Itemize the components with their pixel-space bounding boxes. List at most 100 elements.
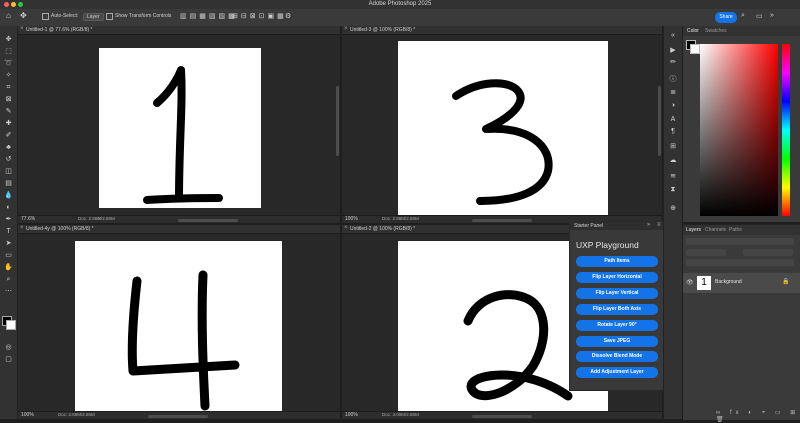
paragraph-icon[interactable]: ¶ — [668, 128, 678, 135]
healing-brush-icon[interactable]: ✚ — [4, 120, 13, 128]
add-adjustment-layer-button[interactable]: Add Adjustment Layer — [576, 367, 658, 378]
marquee-tool-icon[interactable]: ⬚ — [4, 48, 13, 56]
canvas[interactable] — [398, 41, 608, 215]
color-field[interactable] — [700, 44, 778, 216]
search-icon[interactable]: ⌕ — [741, 12, 745, 20]
document-window-1[interactable]: × Untitled-1 @ 77.6% (RGB/8) * 77.6% Doc… — [18, 26, 340, 223]
brush-panel-icon[interactable]: ✏ — [668, 58, 678, 66]
path-select-icon[interactable]: ➤ — [4, 240, 13, 248]
horizontal-scrollbar[interactable] — [148, 415, 208, 418]
starter-panel-header[interactable]: Starter Panel » ≡ — [570, 222, 666, 230]
flip-both-axis-button[interactable]: Flip Layer Both Axis — [576, 304, 658, 315]
document-tab-1[interactable]: × Untitled-1 @ 77.6% (RGB/8) * — [18, 26, 340, 35]
glyphs-icon[interactable]: ⊞ — [668, 142, 678, 150]
document-tab-3[interactable]: × Untitled-3 @ 100% (RGB/8) * — [342, 26, 662, 35]
zoom-level[interactable]: 100% — [345, 412, 358, 418]
transform-controls-checkbox[interactable] — [106, 13, 115, 20]
workspace-icon[interactable]: ▭ — [756, 12, 763, 20]
rotate-layer-button[interactable]: Rotate Layer 90° — [576, 320, 658, 331]
lock-row[interactable] — [686, 259, 794, 266]
close-icon[interactable]: × — [344, 26, 348, 32]
move-tool-icon[interactable]: ✥ — [4, 36, 13, 44]
adjustments-icon[interactable]: ◑ — [668, 102, 678, 109]
gradient-tool-icon[interactable]: ▤ — [4, 180, 13, 188]
libraries-icon[interactable]: ☁ — [668, 156, 678, 164]
info-icon[interactable]: ⓘ — [668, 74, 678, 84]
horizontal-scrollbar[interactable] — [472, 219, 532, 222]
shape-tool-icon[interactable]: ▭ — [4, 252, 13, 260]
tab-color[interactable]: Color — [687, 28, 699, 34]
document-window-4[interactable]: × Untitled-4y @ 100% (RGB/8) * 100% Doc:… — [18, 225, 340, 419]
background-color-swatch[interactable] — [6, 320, 16, 330]
tab-channels[interactable]: Channels — [705, 227, 726, 233]
move-tool-icon[interactable]: ✥ — [20, 11, 27, 20]
doc-info[interactable]: Doc: 2.86M/2.86M — [78, 216, 115, 221]
opacity-field[interactable] — [743, 249, 793, 256]
auto-select-checkbox[interactable] — [42, 13, 51, 20]
eraser-icon[interactable]: ◫ — [4, 168, 13, 176]
collapse-icon[interactable]: » — [647, 222, 650, 228]
distribute-icons[interactable]: ⊞⊟⊠⊡▣▦ — [232, 12, 287, 20]
doc-info[interactable]: Doc: 2.86M/2.86M — [382, 216, 419, 221]
panel-menu-icon[interactable]: ≡ — [657, 222, 661, 228]
zoom-tool-icon[interactable]: ⌕ — [4, 276, 13, 284]
dodge-tool-icon[interactable]: ◐ — [4, 204, 13, 212]
auto-select-dropdown[interactable]: Layer — [83, 13, 104, 21]
doc-info[interactable]: Doc: 3.00M/2.86M — [382, 412, 419, 417]
document-tab-4[interactable]: × Untitled-4y @ 100% (RGB/8) * — [18, 225, 340, 234]
zoom-level[interactable]: 100% — [21, 412, 34, 418]
tab-layers[interactable]: Layers — [686, 227, 701, 233]
properties-icon[interactable]: ≣ — [668, 88, 678, 96]
vertical-scrollbar[interactable] — [336, 86, 339, 156]
status-arrow-icon[interactable]: › — [98, 216, 100, 222]
close-icon[interactable]: × — [344, 225, 348, 231]
tab-swatches[interactable]: Swatches — [705, 28, 727, 34]
visibility-eye-icon[interactable]: 👁 — [686, 279, 694, 286]
layer-row[interactable]: 👁 1 Background 🔒 — [683, 273, 800, 293]
close-icon[interactable]: × — [20, 26, 24, 32]
share-button[interactable]: Share — [715, 12, 737, 23]
layer-filter-bar[interactable] — [686, 238, 794, 245]
stamp-tool-icon[interactable]: ♣ — [4, 144, 13, 152]
horizontal-scrollbar[interactable] — [472, 415, 532, 418]
flip-vertical-button[interactable]: Flip Layer Vertical — [576, 288, 658, 299]
zoom-level[interactable]: 77.6% — [21, 216, 35, 222]
save-jpeg-button[interactable]: Save JPEG — [576, 336, 658, 347]
canvas[interactable] — [75, 241, 282, 411]
vertical-scrollbar[interactable] — [658, 86, 661, 156]
flip-horizontal-button[interactable]: Flip Layer Horizontal — [576, 272, 658, 283]
character-icon[interactable]: A — [668, 116, 678, 123]
doc-info[interactable]: Doc: 2.86M/2.86M — [58, 412, 95, 417]
zoom-level[interactable]: 100% — [345, 216, 358, 222]
background-color-swatch[interactable] — [690, 44, 700, 54]
tab-paths[interactable]: Paths — [729, 227, 742, 233]
eyedropper-icon[interactable]: ✎ — [4, 108, 13, 116]
close-icon[interactable]: × — [20, 225, 24, 231]
layer-name[interactable]: Background — [715, 279, 742, 285]
blur-tool-icon[interactable]: 💧 — [4, 192, 13, 200]
collapse-chevron-icon[interactable]: « — [668, 32, 678, 39]
layer-actions-icons[interactable]: ∞ fx ◐ ◓ ▭ ⊞ 🗑 — [716, 409, 800, 423]
align-icons[interactable]: ▥▤▦▧▨▩ — [180, 12, 238, 20]
dissolve-blend-button[interactable]: Dissolve Blend Mode — [576, 351, 658, 362]
lasso-tool-icon[interactable]: ➰ — [4, 60, 13, 68]
home-icon[interactable]: ⌂ — [6, 11, 11, 20]
edit-toolbar-icon[interactable]: ⋯ — [4, 288, 13, 296]
type-tool-icon[interactable]: T — [4, 228, 13, 236]
document-window-3[interactable]: × Untitled-3 @ 100% (RGB/8) * 100% Doc: … — [342, 26, 662, 223]
screen-mode-icon[interactable]: ▢ — [4, 356, 13, 364]
blend-mode-dropdown[interactable] — [686, 249, 726, 256]
magic-wand-icon[interactable]: ✧ — [4, 72, 13, 80]
styles-icon[interactable]: ≋ — [668, 172, 678, 180]
history-brush-icon[interactable]: ↺ — [4, 156, 13, 164]
collapse-chevron-icon[interactable]: » — [770, 12, 774, 19]
crop-tool-icon[interactable]: ⌗ — [4, 84, 13, 92]
brush-tool-icon[interactable]: ✐ — [4, 132, 13, 140]
horizontal-scrollbar[interactable] — [178, 219, 238, 222]
quick-mask-icon[interactable]: ◎ — [4, 344, 13, 352]
gear-icon[interactable]: ⚙ — [285, 12, 291, 20]
hue-slider[interactable] — [782, 44, 790, 216]
frame-tool-icon[interactable]: ⊠ — [4, 96, 13, 104]
canvas[interactable] — [99, 48, 261, 208]
pen-tool-icon[interactable]: ✒ — [4, 216, 13, 224]
